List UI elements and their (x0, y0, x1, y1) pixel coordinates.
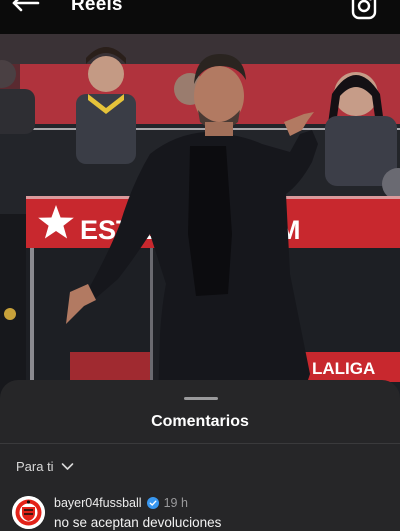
camera-icon (351, 0, 377, 20)
back-button[interactable] (10, 0, 44, 14)
avatar[interactable] (12, 496, 45, 529)
reel-video[interactable]: EST EL M LALIGA (0, 34, 400, 404)
comments-filter-dropdown[interactable]: Para ti (16, 457, 74, 475)
comment-header: bayer04fussball 19 h (54, 495, 188, 511)
filter-label: Para ti (16, 458, 54, 474)
chevron-down-icon (61, 462, 73, 470)
top-bar: Reels (0, 0, 400, 34)
sheet-drag-handle[interactable] (184, 397, 218, 400)
verified-badge-icon (146, 497, 159, 509)
arrow-left-icon (12, 0, 40, 12)
camera-button[interactable] (351, 0, 379, 22)
divider (0, 443, 400, 444)
comments-title: Comentarios (151, 413, 249, 430)
comment-text: no se aceptan devoluciones (54, 515, 222, 530)
comments-sheet: Comentarios Para ti bayer04fussball 19 h… (0, 380, 400, 531)
comment-time: 19 h (163, 496, 188, 510)
page-title: Reels (71, 0, 123, 15)
comment-username[interactable]: bayer04fussball (54, 496, 142, 510)
bayer04-logo-icon (12, 496, 45, 529)
comment-item[interactable]: bayer04fussball 19 h no se aceptan devol… (12, 493, 392, 531)
board-text: LALIGA (312, 359, 375, 378)
video-frame: EST EL M LALIGA (0, 34, 400, 404)
